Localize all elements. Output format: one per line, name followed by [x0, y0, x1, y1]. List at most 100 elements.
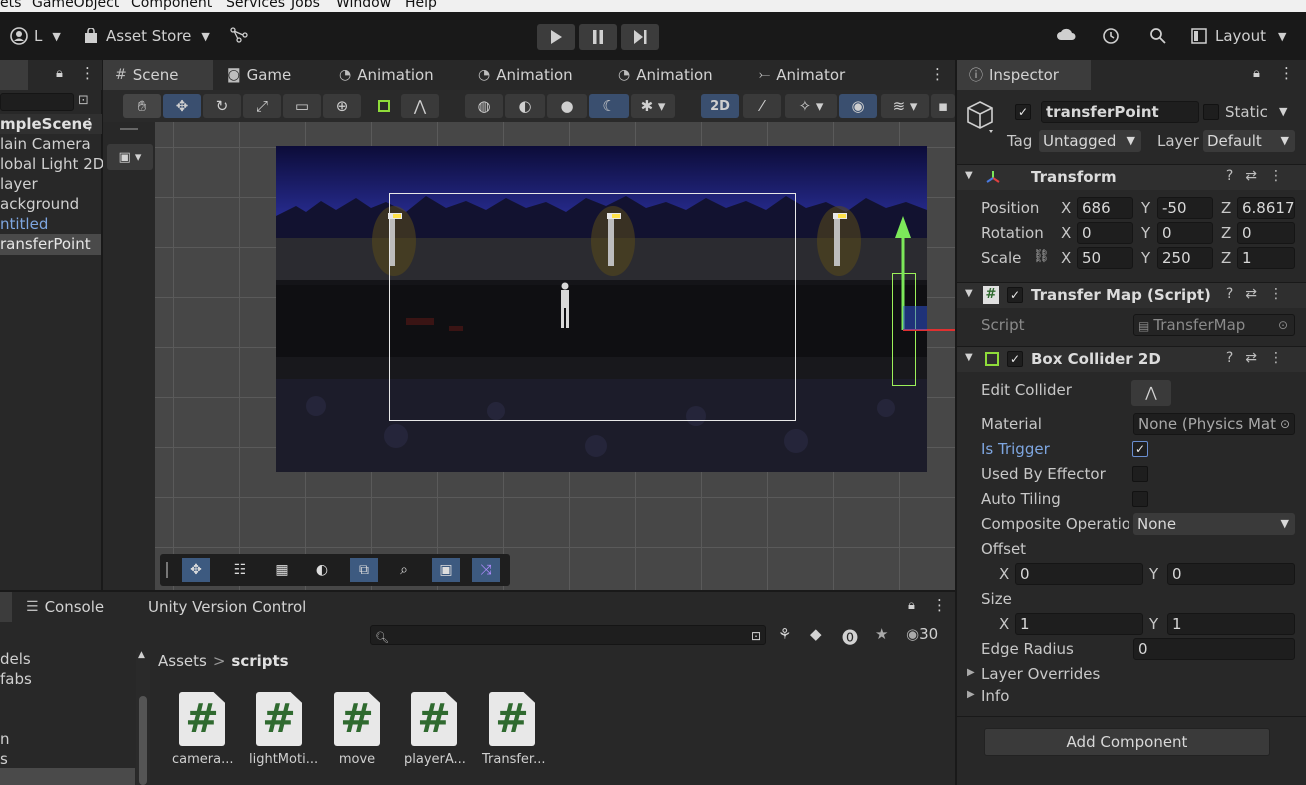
layers-dropdown-icon[interactable]: ✧ ▾ [785, 94, 837, 118]
more-icon[interactable]: ⋮ [1279, 64, 1294, 82]
layers-icon[interactable]: ≋ ▾ [881, 94, 929, 118]
component-menu-icons[interactable]: ?⇄⋮ [1226, 350, 1295, 366]
edit-collider-button[interactable]: ⋀ [1131, 380, 1171, 406]
position-x-input[interactable]: 686 [1077, 197, 1133, 219]
visibility-icon[interactable]: ◉ [839, 94, 877, 118]
rotation-z-input[interactable]: 0 [1237, 222, 1295, 244]
shuffle-icon[interactable]: ⤨ [472, 558, 500, 582]
transfer-map-header[interactable]: ▼ # ✓ Transfer Map (Script) ?⇄⋮ [957, 282, 1306, 308]
more-icon[interactable]: ⋮ [80, 64, 95, 82]
favorite-icon[interactable]: ★ [875, 625, 888, 643]
lighting-icon[interactable]: ◐ [308, 558, 336, 582]
label-filter-icon[interactable]: ◆ [810, 625, 822, 643]
hierarchy-item[interactable]: lobal Light 2D [0, 155, 104, 173]
script-asset[interactable]: # move [327, 692, 387, 767]
size-x-input[interactable]: 1 [1015, 613, 1143, 635]
account-button[interactable]: L ▼ [10, 27, 61, 45]
tab-inspector[interactable]: ⓘ Inspector [957, 60, 1091, 90]
expand-icon[interactable]: ⊡ [78, 93, 89, 108]
scale-x-input[interactable]: 50 [1077, 247, 1133, 269]
folder-item[interactable]: fabs [0, 670, 32, 688]
offset-x-input[interactable]: 0 [1015, 563, 1143, 585]
lock-icon[interactable]: 🔒︎ [908, 598, 915, 613]
menu-help[interactable]: Help [405, 0, 437, 11]
audio-mute-icon[interactable]: ⁄ [743, 94, 781, 118]
scale-y-input[interactable]: 250 [1157, 247, 1213, 269]
tab-animation[interactable]: ◔ Animation [606, 60, 713, 90]
hand-tool-icon[interactable]: ✋︎ [123, 94, 161, 118]
tab-animation[interactable]: ◔ Animation [466, 60, 573, 90]
scale-z-input[interactable]: 1 [1237, 247, 1295, 269]
breadcrumb-assets[interactable]: Assets [158, 652, 207, 670]
size-y-input[interactable]: 1 [1167, 613, 1295, 635]
pivot-icon[interactable]: ◐ [505, 94, 545, 118]
shaded-icon[interactable]: ● [547, 94, 587, 118]
tag-dropdown[interactable]: Untagged ▼ [1039, 130, 1141, 152]
component-menu-icons[interactable]: ?⇄⋮ [1226, 286, 1295, 302]
gizmos-icon[interactable]: ✱ ▾ [631, 94, 675, 118]
global-icon[interactable]: ◍ [465, 94, 503, 118]
composite-operation-dropdown[interactable]: None ▼ [1133, 513, 1295, 535]
version-control-icon[interactable] [230, 27, 248, 43]
search-icon[interactable] [1149, 27, 1166, 44]
transform-header[interactable]: ▼ Transform ?⇄⋮ [957, 164, 1306, 190]
search-icon[interactable]: ⌕ [390, 558, 418, 582]
rotation-x-input[interactable]: 0 [1077, 222, 1133, 244]
warning-filter-icon[interactable]: ⓿ [842, 624, 858, 648]
menu-component[interactable]: Component [131, 0, 212, 11]
position-y-input[interactable]: -50 [1157, 197, 1213, 219]
move-tool-icon[interactable]: ✥ [182, 558, 210, 582]
menu-services[interactable]: Services [226, 0, 285, 11]
rotation-y-input[interactable]: 0 [1157, 222, 1213, 244]
transform-tool-icon[interactable]: ⊕ [323, 94, 361, 118]
script-asset[interactable]: # lightMoti... [249, 692, 318, 767]
breadcrumb-scripts[interactable]: scripts [231, 652, 288, 670]
folder-item[interactable]: s [0, 750, 8, 768]
tab-scene[interactable]: # Scene [103, 60, 213, 90]
component-enabled-checkbox[interactable]: ✓ [1007, 287, 1023, 303]
more-icon[interactable]: ⋮ [930, 65, 945, 83]
foldout-arrow-icon[interactable]: ▶ [967, 689, 975, 700]
lock-icon[interactable]: 🔒︎ [56, 66, 63, 81]
layer-dropdown[interactable]: Default ▼ [1203, 130, 1295, 152]
auto-tiling-checkbox[interactable] [1132, 491, 1148, 507]
collider-edit-icon[interactable] [369, 94, 399, 118]
move-gizmo-icon[interactable] [883, 210, 955, 340]
edge-radius-input[interactable]: 0 [1133, 638, 1295, 660]
hierarchy-item[interactable]: ntitled [0, 215, 48, 233]
active-checkbox[interactable]: ✓ [1015, 104, 1031, 120]
lock-icon[interactable]: 🔒︎ [1253, 66, 1260, 81]
component-menu-icons[interactable]: ?⇄⋮ [1226, 168, 1295, 184]
custom-tool-icon[interactable]: ⋀ [401, 94, 439, 118]
menu-assets[interactable]: ets [0, 0, 21, 11]
link-icon[interactable]: ⛓︎ [1033, 249, 1050, 264]
object-name-input[interactable]: transferPoint [1041, 101, 1199, 123]
static-checkbox[interactable] [1203, 104, 1219, 120]
menu-gameobject[interactable]: GameObject [32, 0, 119, 11]
layers-icon[interactable]: ⧉ [350, 558, 378, 582]
script-asset[interactable]: # Transfer... [482, 692, 545, 767]
component-enabled-checkbox[interactable]: ✓ [1007, 351, 1023, 367]
hierarchy-item-selected[interactable]: ransferPoint [0, 235, 91, 253]
used-by-effector-checkbox[interactable] [1132, 466, 1148, 482]
2d-toggle-button[interactable]: 2D [701, 94, 739, 118]
step-button[interactable] [621, 24, 659, 50]
foldout-arrow-icon[interactable]: ▼ [965, 288, 973, 299]
gameobject-cube-icon[interactable] [965, 100, 995, 134]
play-button[interactable] [537, 24, 575, 50]
info-foldout[interactable]: Info [981, 687, 1009, 705]
lighting-icon[interactable]: ☾ [589, 94, 629, 118]
camera-icon[interactable]: ▣ [432, 558, 460, 582]
more-icon[interactable]: ⋮ [82, 115, 97, 133]
is-trigger-checkbox[interactable]: ✓ [1132, 441, 1148, 457]
script-asset[interactable]: # camera... [172, 692, 233, 767]
tab-unity-version-control[interactable]: Unity Version Control [136, 592, 306, 622]
folder-item[interactable]: dels [0, 650, 31, 668]
tab-project[interactable] [0, 592, 12, 622]
hierarchy-item[interactable]: layer [0, 175, 38, 193]
chevron-down-icon[interactable]: ▼ [1279, 105, 1287, 118]
script-asset[interactable]: # playerA... [404, 692, 466, 767]
position-z-input[interactable]: 6.8617 [1237, 197, 1295, 219]
type-filter-icon[interactable]: ⚘ [778, 625, 791, 643]
box-collider-header[interactable]: ▼ ✓ Box Collider 2D ?⇄⋮ [957, 346, 1306, 372]
